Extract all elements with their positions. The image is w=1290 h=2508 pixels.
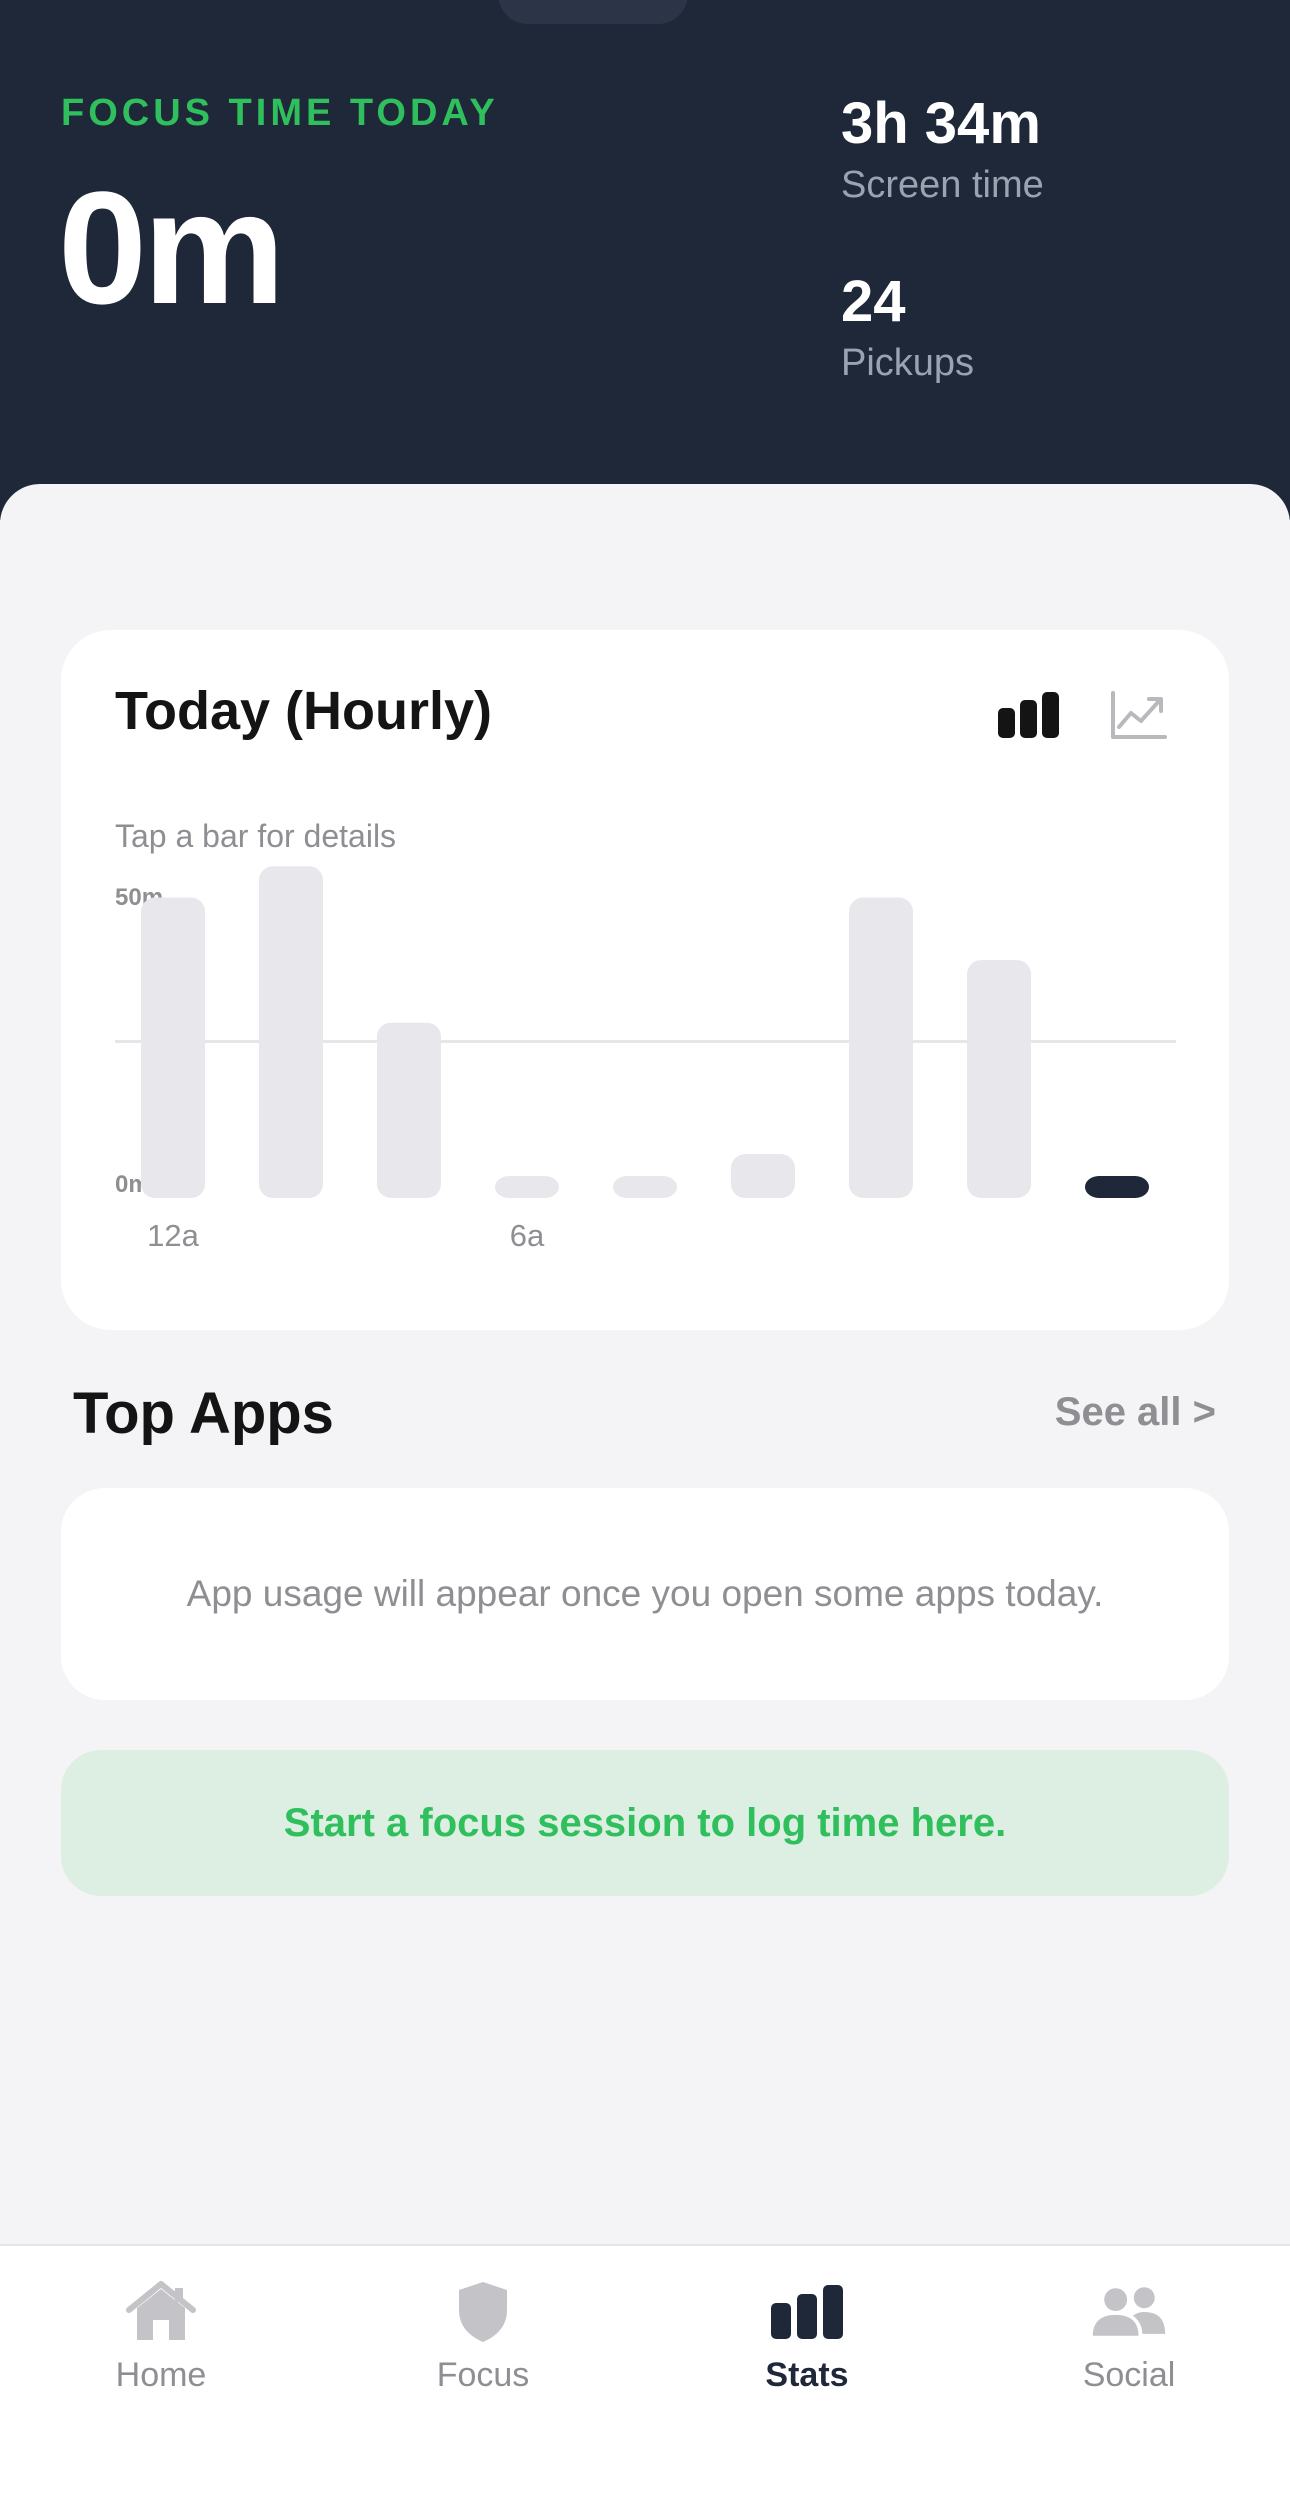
top-apps-title: Top Apps (73, 1381, 334, 1446)
tab-focus[interactable]: Focus (363, 2276, 603, 2416)
hourly-chart-card: 50m 0m 12a 6a Today (Hourly) Tap a bar for … (61, 630, 1229, 1330)
chart-title: Today (Hourly) (115, 681, 492, 741)
chart-bar[interactable] (967, 960, 1031, 1198)
sheet-grabber (498, 0, 688, 24)
chart-bar[interactable] (259, 866, 323, 1198)
line-chart-icon (1111, 691, 1167, 739)
screen-time-label: Screen time (841, 164, 1044, 206)
x-tick-label: 6a (510, 1218, 545, 1253)
see-all-link[interactable]: See all > (1055, 1390, 1216, 1435)
chart-bar[interactable] (849, 897, 913, 1198)
chart-bar[interactable] (613, 1176, 677, 1198)
pickups-label: Pickups (841, 342, 975, 384)
tab-focus-label: Focus (436, 2356, 530, 2394)
chart-bar[interactable] (141, 897, 205, 1198)
focus-session-cta-text: Start a focus session to log time here. (283, 1800, 1007, 1845)
people-icon (1089, 2276, 1169, 2348)
focus-time-label: FOCUS TIME TODAY (61, 92, 499, 134)
chart-hint: Tap a bar for details (115, 818, 397, 854)
bar-chart-icon (998, 692, 1059, 738)
chart-bar[interactable] (377, 1022, 441, 1198)
screen-time-value: 3h 34m (841, 91, 1041, 156)
tab-social[interactable]: Social (1009, 2276, 1249, 2416)
stats-screen: FOCUS TIME TODAY 0m 3h 34m Screen time 2… (0, 0, 1290, 2508)
bar-view-toggle[interactable] (991, 680, 1067, 750)
tab-home-label: Home (115, 2356, 207, 2394)
screen-time-stat: 3h 34m Screen time (841, 92, 1044, 210)
pickups-stat: 24 Pickups (841, 270, 974, 388)
line-view-toggle[interactable] (1101, 680, 1177, 750)
tab-stats[interactable]: Stats (687, 2276, 927, 2416)
summary-header: FOCUS TIME TODAY 0m 3h 34m Screen time 2… (0, 0, 1290, 520)
tab-bar: Home Focus Stats Social (0, 2244, 1290, 2508)
chart-bar[interactable] (731, 1154, 795, 1198)
chart-bar[interactable] (495, 1176, 559, 1198)
tab-social-label: Social (1082, 2356, 1176, 2394)
tab-stats-label: Stats (765, 2356, 849, 2394)
home-icon (121, 2276, 201, 2348)
x-tick-label: 12a (147, 1218, 199, 1253)
top-apps-empty-text: App usage will appear once you open some… (186, 1573, 1104, 1614)
shield-icon (443, 2276, 523, 2348)
top-apps-empty-card: App usage will appear once you open some… (61, 1488, 1229, 1700)
tab-home[interactable]: Home (41, 2276, 281, 2416)
pickups-value: 24 (841, 269, 906, 334)
chart-bar[interactable] (1085, 1176, 1149, 1198)
focus-session-cta[interactable]: Start a focus session to log time here. (61, 1750, 1229, 1896)
stats-icon (767, 2276, 847, 2348)
focus-time-value: 0m (58, 158, 285, 337)
